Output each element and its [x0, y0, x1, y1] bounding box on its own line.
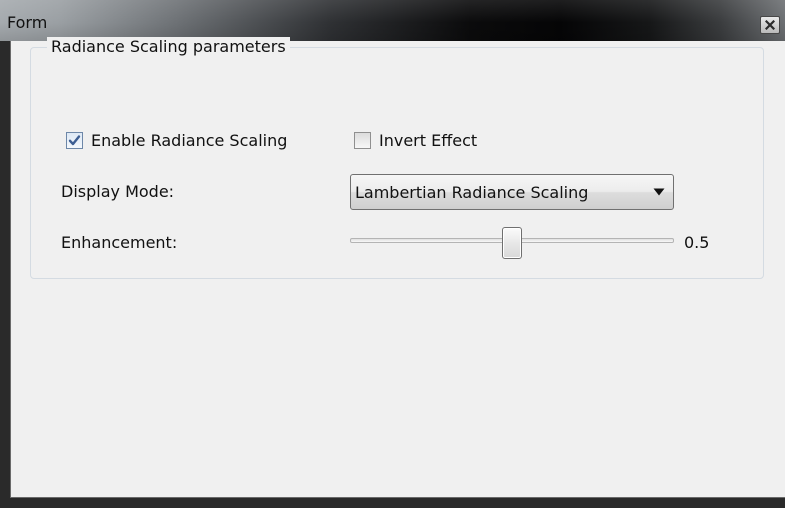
close-icon — [765, 20, 775, 30]
title-bar-shade — [0, 0, 785, 41]
title-bar[interactable]: Form — [0, 0, 785, 41]
display-mode-selected-value: Lambertian Radiance Scaling — [355, 182, 589, 202]
chevron-down-icon — [653, 188, 665, 196]
window-title: Form — [7, 13, 48, 32]
form-window: Form Radiance Scaling parameters Enable … — [0, 0, 785, 508]
invert-effect-label: Invert Effect — [379, 131, 478, 150]
enable-radiance-scaling-checkbox[interactable]: Enable Radiance Scaling — [66, 131, 287, 150]
invert-effect-box[interactable] — [354, 132, 371, 149]
enable-radiance-scaling-box[interactable] — [66, 132, 83, 149]
check-icon — [68, 135, 81, 146]
enhancement-label: Enhancement: — [61, 233, 178, 252]
display-mode-select[interactable]: Lambertian Radiance Scaling — [350, 174, 674, 210]
invert-effect-checkbox[interactable]: Invert Effect — [354, 131, 477, 150]
display-mode-label: Display Mode: — [61, 182, 175, 201]
enhancement-slider-handle[interactable] — [502, 227, 522, 259]
enable-radiance-scaling-label: Enable Radiance Scaling — [91, 131, 288, 150]
close-button[interactable] — [760, 16, 780, 34]
group-title: Radiance Scaling parameters — [47, 37, 290, 57]
enhancement-value: 0.5 — [684, 233, 710, 252]
